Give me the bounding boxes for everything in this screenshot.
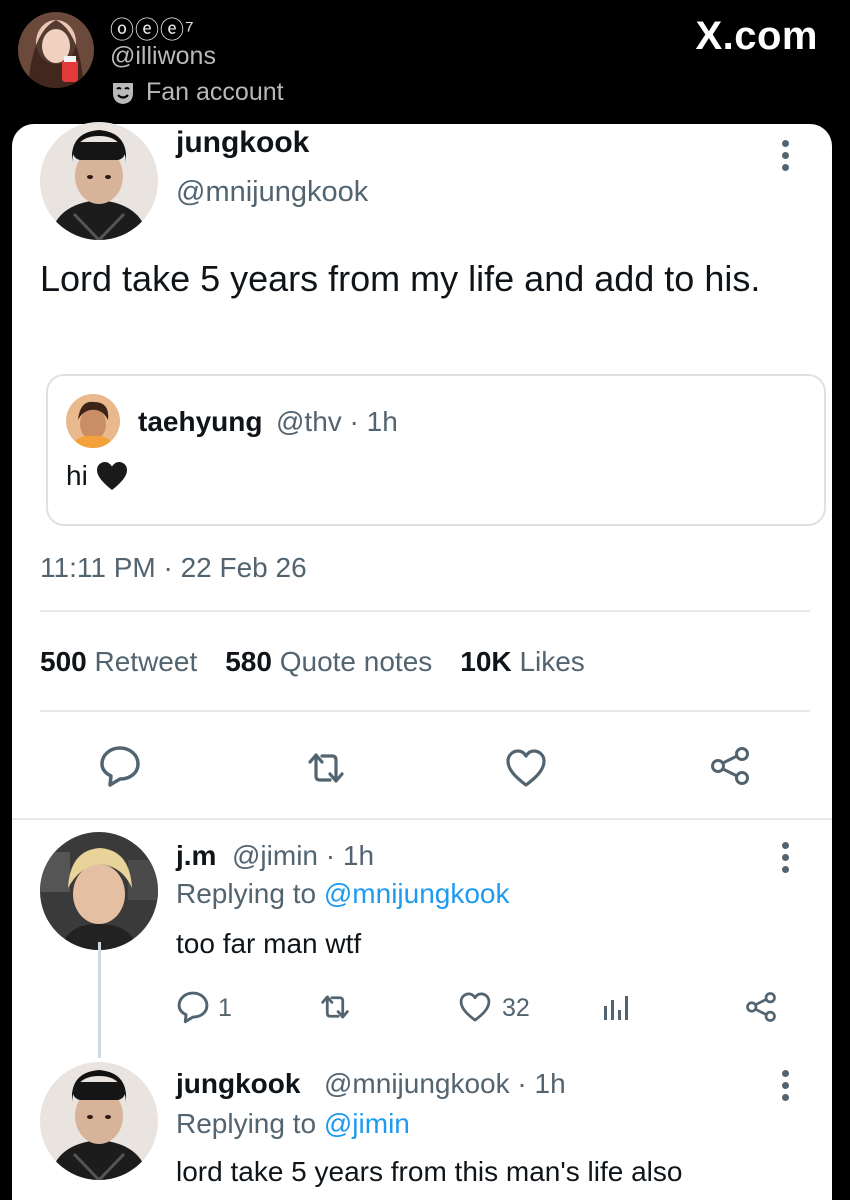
more-options-icon[interactable]	[780, 1070, 790, 1104]
quote-label: Quote notes	[279, 646, 433, 677]
replying-to-prefix: Replying to	[176, 1108, 324, 1139]
likes-stat[interactable]: 10K Likes	[460, 646, 585, 678]
replying-to-line: Replying to @mnijungkook	[176, 878, 510, 910]
more-options-icon[interactable]	[780, 842, 790, 876]
replying-to-link[interactable]: @mnijungkook	[324, 878, 510, 909]
share-icon[interactable]	[708, 744, 752, 788]
retweet-icon[interactable]	[304, 746, 348, 790]
reply-icon[interactable]	[98, 744, 142, 788]
quoted-author-name[interactable]: taehyung	[138, 406, 262, 438]
author-avatar[interactable]	[40, 122, 158, 240]
reply-author-avatar[interactable]	[40, 832, 158, 950]
tweet-text: Lord take 5 years from my life and add t…	[40, 258, 761, 299]
reply-author-name[interactable]: j.m	[176, 840, 216, 872]
replying-to-line: Replying to @jimin	[176, 1108, 410, 1140]
tweet-stats: 500 Retweet 580 Quote notes 10K Likes	[40, 646, 585, 678]
reply-count: 1	[218, 994, 232, 1022]
like-icon[interactable]	[458, 990, 492, 1024]
reply-text: too far man wtf	[176, 928, 362, 959]
reply-author-name[interactable]: jungkook	[176, 1068, 300, 1100]
replying-to-link[interactable]: @jimin	[324, 1108, 410, 1139]
reply-text: lord take 5 years from this man's life a…	[176, 1156, 683, 1187]
tweet-timestamp: 11:11 PM · 22 Feb 26	[40, 552, 307, 583]
poster-display-name: ⓞⓔⓔ⁷	[110, 17, 195, 44]
retweet-icon[interactable]	[318, 990, 352, 1024]
retweet-stat[interactable]: 500 Retweet	[40, 646, 197, 678]
share-icon[interactable]	[744, 990, 778, 1024]
reply-icon[interactable]	[176, 990, 210, 1024]
site-watermark: X.com	[695, 14, 818, 58]
thread-connector	[98, 942, 101, 1058]
author-name[interactable]: jungkook	[176, 126, 309, 160]
analytics-icon[interactable]	[600, 990, 634, 1024]
quoted-author-meta: @thv · 1h	[276, 406, 398, 437]
replying-to-prefix: Replying to	[176, 878, 324, 909]
quote-count: 580	[225, 646, 272, 677]
reply-author-avatar[interactable]	[40, 1062, 158, 1180]
like-icon[interactable]	[504, 746, 548, 790]
like-count: 32	[502, 994, 530, 1022]
retweet-count: 500	[40, 646, 87, 677]
quoted-text: hi	[66, 460, 88, 491]
reply-author-meta: @mnijungkook · 1h	[324, 1068, 566, 1099]
quoted-tweet[interactable]: taehyung @thv · 1h hi	[46, 374, 826, 526]
poster-handle[interactable]: @illiwons	[110, 42, 216, 71]
black-heart-icon	[96, 462, 127, 490]
theater-mask-icon	[113, 82, 133, 104]
likes-label: Likes	[519, 646, 585, 677]
divider	[40, 610, 810, 612]
divider	[40, 710, 810, 712]
divider	[12, 818, 832, 820]
retweet-label: Retweet	[94, 646, 198, 677]
fan-account-text: Fan account	[146, 78, 284, 106]
quoted-author-avatar[interactable]	[66, 394, 120, 448]
tweet-card: jungkook @mnijungkook Lord take 5 years …	[12, 122, 832, 1200]
fan-account-label: Fan account	[110, 78, 284, 107]
quote-stat[interactable]: 580 Quote notes	[225, 646, 432, 678]
more-options-icon[interactable]	[780, 140, 790, 174]
likes-count: 10K	[460, 646, 512, 677]
quoted-tweet-text: hi	[66, 460, 128, 492]
author-handle[interactable]: @mnijungkook	[176, 176, 368, 209]
poster-avatar[interactable]	[18, 12, 94, 88]
top-header: ⓞⓔⓔ⁷ @illiwons Fan account X.com	[0, 0, 850, 124]
reply-author-meta: @jimin · 1h	[232, 840, 375, 871]
